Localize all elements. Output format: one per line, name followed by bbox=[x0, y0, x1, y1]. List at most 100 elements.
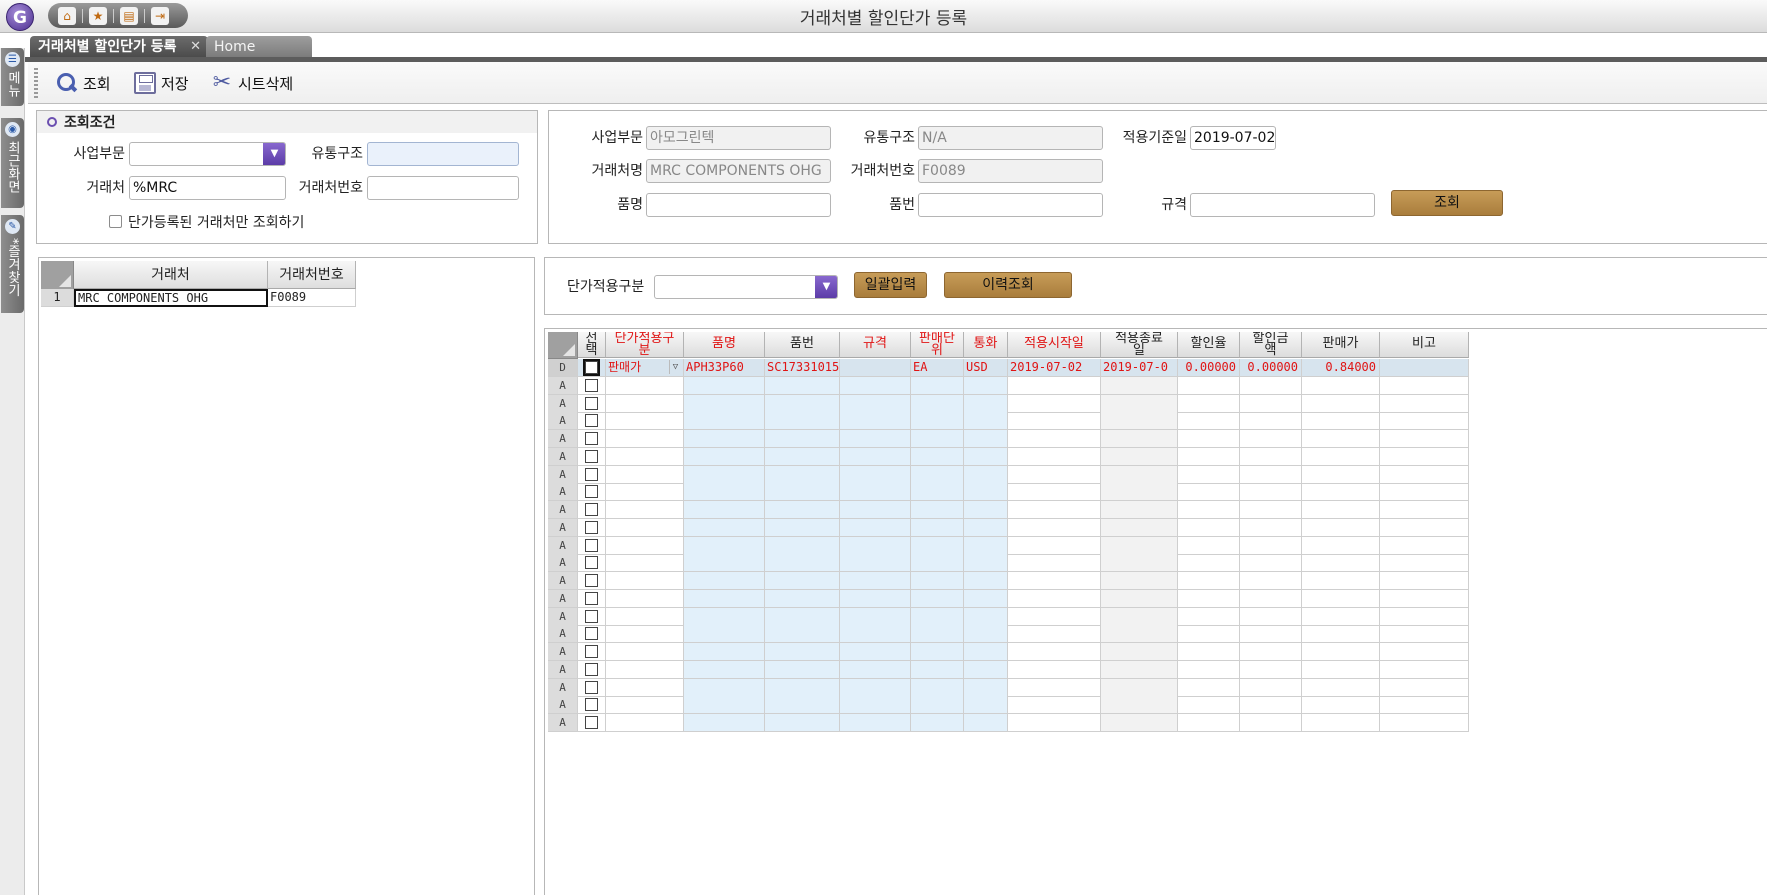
customer-cell[interactable]: MRC COMPONENTS OHG bbox=[74, 289, 268, 307]
select-cell[interactable] bbox=[578, 572, 606, 590]
grid-cell[interactable] bbox=[1008, 660, 1101, 679]
table-row[interactable]: A bbox=[548, 572, 1469, 590]
grid-cell[interactable] bbox=[1380, 554, 1469, 573]
grid-cell[interactable] bbox=[840, 359, 911, 377]
grid-cell[interactable] bbox=[1101, 430, 1178, 448]
grid-cell[interactable] bbox=[1178, 714, 1240, 732]
grid-cell[interactable] bbox=[1008, 501, 1101, 519]
grid-cell[interactable]: 0.00000 bbox=[1240, 359, 1302, 377]
grid-cell[interactable] bbox=[1380, 696, 1469, 715]
grid-cell[interactable] bbox=[1302, 394, 1380, 413]
grid-cell[interactable] bbox=[765, 412, 840, 431]
item-name-input[interactable] bbox=[646, 193, 831, 217]
grid-cell[interactable] bbox=[1008, 696, 1101, 715]
table-row[interactable]: A bbox=[548, 483, 1469, 502]
grid-cell[interactable] bbox=[684, 589, 765, 608]
grid-cell[interactable] bbox=[1240, 376, 1302, 395]
grid-cell[interactable] bbox=[1380, 430, 1469, 448]
grid-cell[interactable] bbox=[1380, 518, 1469, 537]
grid-cell[interactable] bbox=[840, 465, 911, 484]
grid-cell[interactable] bbox=[1101, 714, 1178, 732]
grid-cell[interactable] bbox=[684, 501, 765, 519]
column-header[interactable]: 비고 bbox=[1380, 332, 1469, 358]
grid-cell[interactable] bbox=[765, 696, 840, 715]
grid-cell[interactable] bbox=[606, 483, 684, 502]
grid-cell[interactable] bbox=[1178, 501, 1240, 519]
row-checkbox[interactable] bbox=[585, 574, 598, 587]
grid-cell[interactable] bbox=[1101, 501, 1178, 519]
grid-cell[interactable] bbox=[840, 572, 911, 590]
grid-cell[interactable] bbox=[840, 589, 911, 608]
grid-cell[interactable] bbox=[606, 465, 684, 484]
grid-cell[interactable] bbox=[911, 554, 964, 573]
grid-cell[interactable] bbox=[1101, 536, 1178, 555]
select-cell[interactable] bbox=[578, 678, 606, 697]
grid-cell[interactable] bbox=[765, 518, 840, 537]
grid-cell[interactable] bbox=[1240, 412, 1302, 431]
grid-cell[interactable]: APH33P60 bbox=[684, 359, 765, 377]
table-row[interactable]: A bbox=[548, 465, 1469, 484]
grid-cell[interactable] bbox=[684, 536, 765, 555]
grid-cell[interactable] bbox=[1302, 430, 1380, 448]
side-tab-recent[interactable]: ◉ 최근화면 bbox=[1, 118, 24, 208]
grid-cell[interactable] bbox=[964, 696, 1008, 715]
grid-cell[interactable] bbox=[840, 430, 911, 448]
grid-cell[interactable] bbox=[1101, 465, 1178, 484]
grid-cell[interactable] bbox=[765, 536, 840, 555]
grid-cell[interactable] bbox=[765, 643, 840, 661]
grid-cell[interactable] bbox=[840, 643, 911, 661]
customer-no-cell[interactable]: F0089 bbox=[268, 289, 356, 307]
select-cell[interactable] bbox=[578, 625, 606, 644]
grid-cell[interactable] bbox=[1302, 572, 1380, 590]
row-checkbox[interactable] bbox=[585, 485, 598, 499]
grid-cell[interactable] bbox=[1380, 678, 1469, 697]
grid-cell[interactable] bbox=[840, 412, 911, 431]
row-checkbox[interactable] bbox=[585, 538, 598, 552]
select-cell[interactable] bbox=[578, 376, 606, 395]
grid-cell[interactable] bbox=[1240, 589, 1302, 608]
column-header-customer[interactable]: 거래처 bbox=[74, 261, 268, 289]
grid-cell[interactable] bbox=[1240, 518, 1302, 537]
grid-cell[interactable] bbox=[840, 554, 911, 573]
grid-cell[interactable] bbox=[1178, 554, 1240, 573]
grid-corner[interactable] bbox=[41, 261, 74, 290]
close-icon[interactable]: ✕ bbox=[190, 36, 201, 58]
table-row[interactable]: A bbox=[548, 430, 1469, 448]
grid-corner[interactable] bbox=[548, 332, 578, 359]
grid-cell[interactable] bbox=[606, 607, 684, 626]
row-checkbox[interactable] bbox=[585, 503, 598, 516]
grid-cell[interactable] bbox=[684, 447, 765, 466]
grid-cell[interactable] bbox=[606, 447, 684, 466]
grid-cell[interactable] bbox=[1101, 678, 1178, 697]
grid-cell[interactable] bbox=[1008, 589, 1101, 608]
grid-cell[interactable] bbox=[911, 394, 964, 413]
grid-cell[interactable] bbox=[1302, 536, 1380, 555]
grid-cell[interactable] bbox=[911, 660, 964, 679]
select-cell[interactable] bbox=[578, 589, 606, 608]
column-header-customer-no[interactable]: 거래처번호 bbox=[268, 261, 356, 289]
spec-input[interactable] bbox=[1190, 193, 1375, 217]
column-header[interactable]: 통화 bbox=[964, 332, 1008, 358]
row-checkbox[interactable] bbox=[585, 627, 598, 641]
side-tab-menu[interactable]: ☰ 메뉴 bbox=[1, 48, 24, 106]
grid-cell[interactable] bbox=[765, 714, 840, 732]
table-row[interactable]: A bbox=[548, 607, 1469, 626]
grid-cell[interactable] bbox=[1380, 643, 1469, 661]
table-row[interactable]: A bbox=[548, 394, 1469, 413]
row-checkbox[interactable] bbox=[585, 556, 598, 570]
grid-cell[interactable] bbox=[911, 447, 964, 466]
grid-cell[interactable] bbox=[1302, 518, 1380, 537]
grid-cell[interactable]: USD bbox=[964, 359, 1008, 377]
grid-cell[interactable] bbox=[964, 625, 1008, 644]
table-row[interactable]: A bbox=[548, 625, 1469, 644]
grid-cell[interactable] bbox=[1380, 447, 1469, 466]
grid-cell[interactable] bbox=[684, 483, 765, 502]
grid-cell[interactable] bbox=[964, 589, 1008, 608]
select-cell[interactable] bbox=[578, 660, 606, 679]
grid-cell[interactable] bbox=[1302, 714, 1380, 732]
grid-cell[interactable] bbox=[765, 501, 840, 519]
grid-cell[interactable] bbox=[1240, 714, 1302, 732]
grid-cell[interactable]: EA bbox=[911, 359, 964, 377]
grid-cell[interactable] bbox=[1380, 394, 1469, 413]
grid-cell[interactable] bbox=[911, 430, 964, 448]
